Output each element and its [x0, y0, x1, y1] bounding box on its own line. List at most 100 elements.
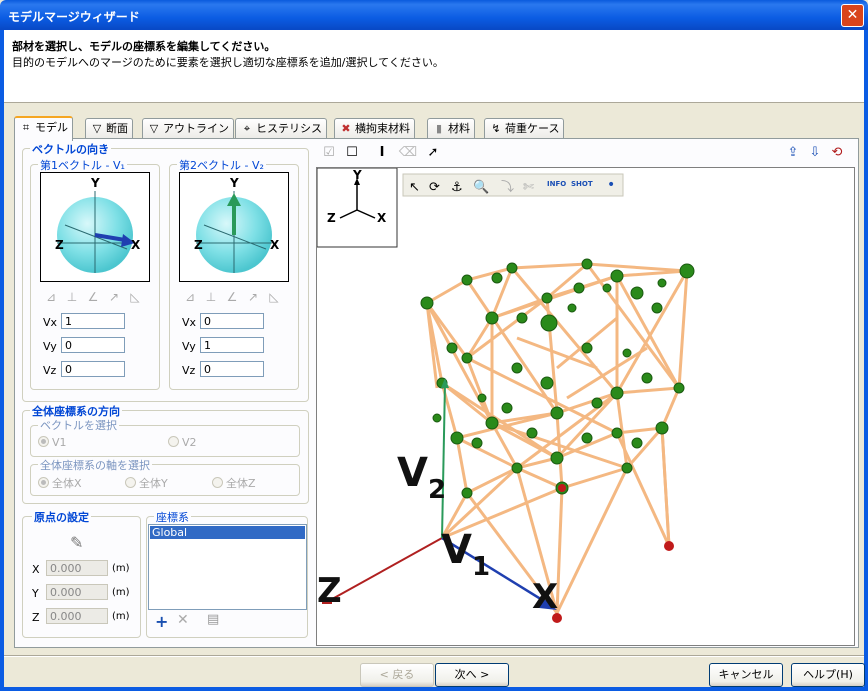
origin-y-unit: (m)	[112, 587, 130, 598]
checkbox-icon[interactable]: ☑	[319, 143, 339, 163]
close-button[interactable]: ✕	[841, 4, 864, 27]
refresh-icon[interactable]: ⟲	[827, 143, 847, 163]
header-title: 部材を選択し、モデルの座標系を編集してください。	[12, 40, 276, 53]
radio-v2[interactable]: V2	[168, 436, 197, 449]
import-icon[interactable]: ⇪	[783, 143, 803, 163]
info-icon: INFO	[547, 180, 566, 188]
pick-vector-icon[interactable]: ↗	[244, 288, 262, 306]
eraser-icon[interactable]: ⌫	[398, 143, 418, 163]
v2-vy-field[interactable]: 1	[200, 337, 264, 353]
confinement-icon: ✖	[341, 122, 351, 135]
origin-z-unit: (m)	[112, 611, 130, 622]
radio-v1[interactable]: V1	[38, 436, 67, 449]
tab-outline[interactable]: ▽ アウトライン	[142, 118, 234, 139]
reset-vector-icon[interactable]: ◺	[265, 288, 283, 306]
reset-vector-icon[interactable]: ◺	[126, 288, 144, 306]
align-y-icon[interactable]: ⊥	[63, 288, 81, 306]
tab-label: 横拘束材料	[355, 122, 410, 135]
origin-y-field[interactable]: 0.000	[46, 584, 108, 600]
pick-point-icon[interactable]: ✎	[70, 533, 83, 552]
tab-label: ヒステリシス	[256, 122, 322, 135]
align-y-icon[interactable]: ⊥	[202, 288, 220, 306]
v1-vx-label: Vx	[43, 316, 58, 329]
tab-material[interactable]: ▮ 材料	[427, 118, 475, 139]
v2-vx-field[interactable]: 0	[200, 313, 264, 329]
origin-x-label: X	[32, 563, 40, 576]
v1-y-axis-label: Y	[90, 176, 100, 190]
v1-vy-field[interactable]: 0	[61, 337, 125, 353]
v2-preview: Y X Z	[179, 172, 289, 282]
radio-global-x[interactable]: 全体X	[38, 475, 82, 491]
beam-section-icon[interactable]: Ⅰ	[372, 143, 392, 163]
origin-z-field[interactable]: 0.000	[46, 608, 108, 624]
load-case-icon: ↯	[491, 122, 501, 135]
divider	[4, 655, 864, 657]
anchor-icon: ⚓	[451, 180, 463, 195]
tab-label: 断面	[106, 122, 128, 135]
tab-model[interactable]: ⌗ モデル	[14, 116, 73, 141]
origin-x-field[interactable]: 0.000	[46, 560, 108, 576]
tab-label: 材料	[448, 122, 470, 135]
tab-hysteresis[interactable]: ⌖ ヒステリシス	[235, 118, 327, 139]
align-x-icon[interactable]: ⊿	[42, 288, 60, 306]
add-icon[interactable]: +	[155, 612, 168, 631]
v1-label: V1	[441, 527, 490, 582]
align-z-icon[interactable]: ∠	[223, 288, 241, 306]
radio-v1-label: V1	[52, 436, 67, 449]
v2-y-axis-label: Y	[229, 176, 239, 190]
tab-label: モデル	[35, 121, 68, 134]
edit-icon[interactable]: ▤	[207, 612, 219, 627]
list-item[interactable]: Global	[150, 526, 305, 539]
origin-z-label: Z	[32, 611, 40, 624]
model-supports	[552, 484, 674, 623]
align-z-icon[interactable]: ∠	[84, 288, 102, 306]
v1-group-title: 第1ベクトル - V₁	[38, 157, 127, 173]
v1-vz-field[interactable]: 0	[61, 361, 125, 377]
window-frame-right	[864, 30, 868, 691]
zoom-icon: 🔍	[473, 178, 489, 195]
delete-icon[interactable]: ✕	[177, 612, 189, 628]
origin-x-unit: (m)	[112, 563, 130, 574]
v2-group-title: 第2ベクトル - V₂	[177, 157, 266, 173]
next-button[interactable]: 次へ >	[435, 663, 509, 687]
tab-load-case[interactable]: ↯ 荷重ケース	[484, 118, 565, 139]
material-icon: ▮	[435, 122, 443, 135]
v1-preview: Y X Z	[40, 172, 150, 282]
tab-section[interactable]: ▽ 断面	[85, 118, 133, 139]
v2-vx-label: Vx	[182, 316, 197, 329]
point-icon: •	[607, 177, 615, 193]
triad-y-label: Y	[352, 168, 362, 182]
section-icon: ▽	[92, 122, 102, 135]
back-button[interactable]: < 戻る	[360, 663, 434, 687]
box-select-icon[interactable]: ☐	[342, 143, 362, 163]
select-axis-title: 全体座標系の軸を選択	[38, 457, 152, 473]
radio-global-z[interactable]: 全体Z	[212, 475, 256, 491]
model-viewer[interactable]: Y X Z ↖ ⟳ ⚓ 🔍 ⤵ ✄ INFO SHOT • V2 V1 X Z	[316, 167, 855, 646]
radio-global-y[interactable]: 全体Y	[125, 475, 168, 491]
cancel-button[interactable]: キャンセル	[709, 663, 783, 687]
help-button[interactable]: ヘルプ(H)	[791, 663, 865, 687]
trim-icon: ✄	[523, 180, 534, 195]
v2-x-axis-label: X	[270, 238, 280, 252]
v1-vy-label: Vy	[43, 340, 57, 353]
window-frame-bottom	[0, 687, 868, 691]
v2-vz-field[interactable]: 0	[200, 361, 264, 377]
v2-vz-label: Vz	[182, 364, 196, 377]
align-x-icon[interactable]: ⊿	[181, 288, 199, 306]
window-title: モデルマージウィザード	[8, 10, 140, 24]
select-pointer-icon[interactable]: ➚	[423, 143, 443, 163]
title-bar: モデルマージウィザード ✕	[0, 0, 868, 30]
radio-global-z-label: 全体Z	[226, 477, 256, 490]
radio-global-y-label: 全体Y	[139, 477, 168, 490]
vector-group-title: ベクトルの向き	[30, 141, 111, 157]
origin-y-label: Y	[32, 587, 39, 600]
tab-confinement-material[interactable]: ✖ 横拘束材料	[334, 118, 415, 139]
export-icon[interactable]: ⇩	[805, 143, 825, 163]
z-axis-label: Z	[317, 571, 342, 611]
pick-vector-icon[interactable]: ↗	[105, 288, 123, 306]
model-icon: ⌗	[22, 121, 30, 134]
v1-vx-field[interactable]: 1	[61, 313, 125, 329]
v2-label: V2	[397, 450, 446, 505]
outline-icon: ▽	[149, 122, 159, 135]
coord-system-list[interactable]: Global	[148, 524, 307, 610]
